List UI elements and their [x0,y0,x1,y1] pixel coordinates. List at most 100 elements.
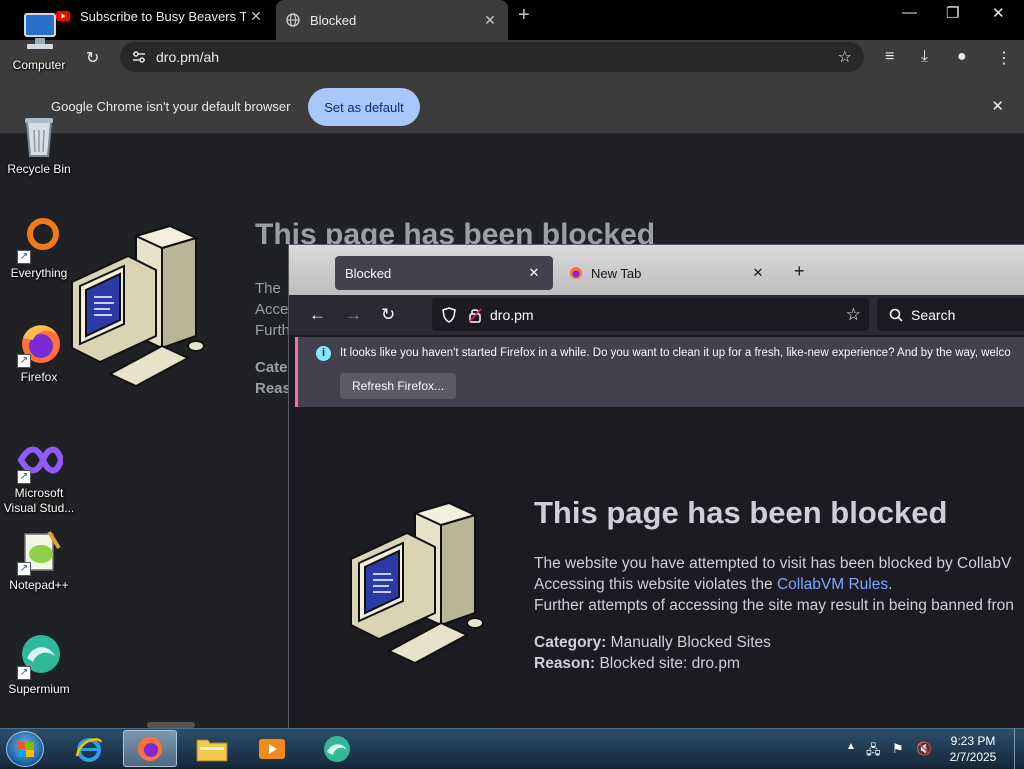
new-tab-icon[interactable]: + [794,261,805,282]
close-tab-icon[interactable]: ✕ [246,8,266,25]
visual-studio-icon: ↗ [15,436,65,484]
chrome-tab-blocked[interactable]: Blocked ✕ [276,0,508,40]
taskbar-file-explorer[interactable] [185,730,239,767]
media-player-icon [259,738,285,759]
bookmark-star-icon[interactable]: ☆ [846,305,861,325]
show-hidden-icons-icon[interactable]: ▲ [846,741,856,752]
close-tab-icon[interactable]: ✕ [749,265,767,281]
internet-explorer-icon [75,737,103,762]
back-arrow-icon[interactable]: ← [309,305,326,325]
download-icon[interactable]: ⤓ [921,48,928,66]
reason-label: Reason: [534,655,596,672]
forward-arrow-icon[interactable]: → [345,305,362,325]
windows-logo-icon [17,742,34,757]
category-label: Category: [534,634,607,651]
minimize-icon[interactable]: — [902,4,917,21]
desktop-icon-recycle-bin[interactable]: Recycle Bin [0,112,78,177]
category-line: Category: Manually Blocked Sites [534,634,771,652]
shortcut-arrow-icon: ↗ [17,354,31,368]
globe-icon [286,13,300,27]
chrome-url-text: dro.pm/ah [156,49,220,65]
close-tab-icon[interactable]: ✕ [480,12,500,29]
blocked-computer-illustration [350,501,484,665]
bookmark-star-icon[interactable]: ☆ [838,47,852,67]
desktop-icon-firefox[interactable]: ↗ Firefox [0,320,78,385]
lock-broken-icon[interactable] [468,307,482,323]
taskbar-internet-explorer[interactable] [62,730,116,767]
notepad-plus-plus-icon: ↗ [15,528,63,576]
close-tab-icon[interactable]: ✕ [525,265,543,281]
firefox-tab-new-tab[interactable]: New Tab ✕ [559,256,777,290]
profile-icon[interactable]: ● [957,48,967,66]
new-tab-icon[interactable]: + [518,4,530,27]
chrome-address-bar[interactable]: dro.pm/ah ☆ [120,42,864,72]
blocked-computer-illustration [71,224,205,388]
desktop-icon-label: Recycle Bin [7,162,71,176]
show-desktop-button[interactable] [1014,729,1024,769]
taskbar-firefox[interactable] [123,730,177,767]
action-center-flag-icon[interactable]: ⚑ [892,741,904,757]
firefox-search-box[interactable]: Search [877,298,1024,331]
desktop-icon-computer[interactable]: Computer [0,8,78,73]
clock-date: 2/7/2025 [949,750,997,764]
close-infobar-icon[interactable]: ✕ [991,97,1004,115]
start-button[interactable] [6,731,44,767]
blocked-message-line3: Further attempts of accessing the site m… [534,597,1014,614]
desktop-icon-everything[interactable]: ↗ Everything [0,216,78,281]
firefox-url-text: dro.pm [490,306,534,323]
desktop-icon-supermium[interactable]: ↗ Supermium [0,632,78,697]
shortcut-arrow-icon: ↗ [17,562,31,576]
everything-search-icon: ↗ [15,216,63,264]
desktop-icon-label: Everything [10,266,68,280]
desktop-icon-notepadpp[interactable]: ↗ Notepad++ [0,528,78,593]
blocked-message-line2: Accessing this website violates the Coll… [534,576,892,594]
desktop-icon-label: Computer [12,58,66,72]
shortcut-arrow-icon: ↗ [17,666,31,680]
chrome-tab-youtube[interactable]: Subscribe to Busy Beavers TV for ✕ [48,0,276,32]
desktop-icon-visual-studio[interactable]: ↗ Microsoft Visual Stud... [0,436,78,516]
set-as-default-button[interactable]: Set as default [308,88,420,126]
reason-line: Reason: Blocked site: dro.pm [534,655,740,673]
notification-text: It looks like you haven't started Firefo… [340,347,1011,359]
shield-icon[interactable] [442,306,456,323]
taskbar: ▲ 🖧 ⚑ 🔇 9:23 PM 2/7/2025 [0,728,1024,769]
firefox-tab-strip: Blocked ✕ New Tab ✕ + [289,245,1024,295]
firefox-icon [138,736,162,761]
close-window-icon[interactable]: ✕ [992,4,1005,22]
reload-icon[interactable]: ↻ [86,48,99,68]
reading-list-icon[interactable]: ≡ [885,48,894,66]
taskbar-media-player[interactable] [245,730,299,767]
shortcut-arrow-icon: ↗ [17,250,31,264]
restore-icon[interactable]: ❐ [946,4,959,22]
firefox-icon: ↗ [15,320,63,368]
search-icon [889,308,903,322]
firefox-blocked-title: This page has been blocked [534,495,948,530]
folder-icon [196,739,228,761]
search-placeholder: Search [911,306,956,323]
chrome-toolbar: ↻ dro.pm/ah ☆ ≡ ⤓ ● ⋮ [0,40,1024,74]
system-clock[interactable]: 9:23 PM 2/7/2025 [937,733,1009,765]
taskbar-supermium[interactable] [310,730,364,767]
chrome-blocked-text: Acce [255,301,289,318]
network-icon[interactable]: 🖧 [866,741,881,763]
desktop-icon-label: Supermium [8,682,70,696]
firefox-address-bar[interactable]: dro.pm ☆ [432,298,869,331]
chrome-tab-strip: Subscribe to Busy Beavers TV for ✕ Block… [0,0,1024,40]
clock-time: 9:23 PM [950,734,996,748]
reload-icon[interactable]: ↻ [381,305,395,325]
desktop-icon-label: Notepad++ [9,578,69,592]
firefox-tab-label: Blocked [345,265,392,281]
volume-muted-icon[interactable]: 🔇 [916,741,932,757]
computer-icon [15,8,63,56]
chrome-category-label: Cate [255,359,288,376]
collabvm-rules-link[interactable]: CollabVM Rules [777,576,888,593]
firefox-icon [570,267,582,279]
chrome-blocked-text: The [255,280,281,297]
supermium-icon [324,735,350,762]
chrome-menu-icon[interactable]: ⋮ [996,48,1012,68]
refresh-firefox-button[interactable]: Refresh Firefox... [340,373,457,399]
firefox-tab-blocked[interactable]: Blocked ✕ [335,256,553,290]
shortcut-arrow-icon: ↗ [17,470,31,484]
site-info-icon[interactable] [132,50,146,64]
supermium-icon: ↗ [15,632,63,680]
